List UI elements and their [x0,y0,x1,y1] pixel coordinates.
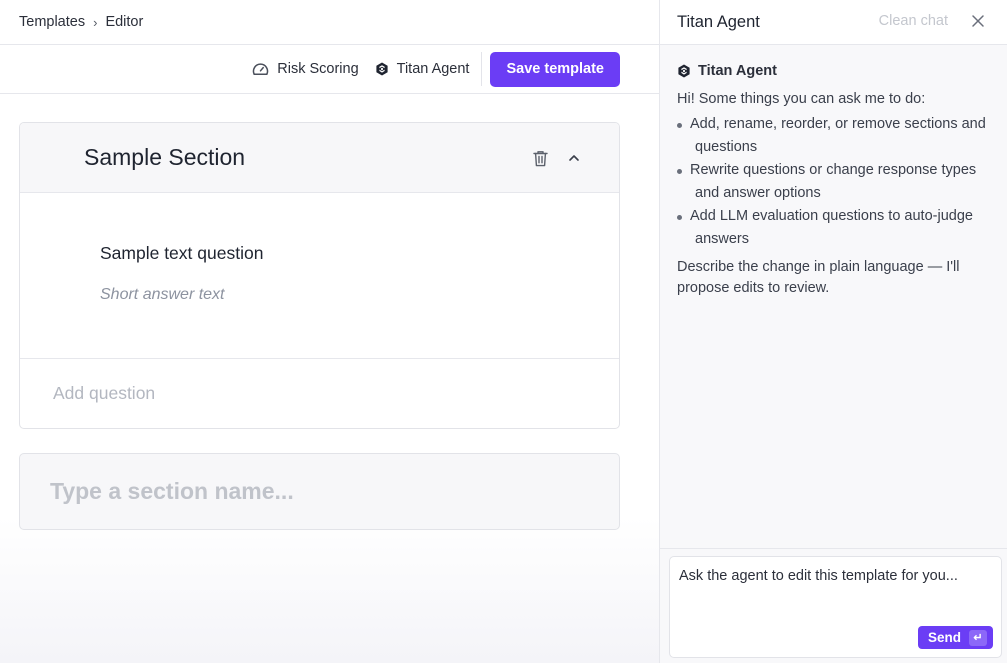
section-name-input[interactable] [50,478,590,505]
section-card: Sample Section Sample text question Shor… [19,122,620,429]
composer: Send ↵ [669,556,1002,658]
agent-suggestion-list: Add, rename, reorder, or remove sections… [677,113,991,251]
chevron-up-icon[interactable] [565,149,583,167]
agent-panel-title: Titan Agent [677,12,760,31]
gauge-icon [252,62,269,76]
list-item: Add LLM evaluation questions to auto-jud… [677,205,991,251]
short-answer-placeholder: Short answer text [100,286,225,303]
toolbar-divider [481,52,483,86]
question-item[interactable]: Sample text question Short answer text [20,193,619,359]
enter-key-icon: ↵ [969,629,987,646]
editor-toolbar: Risk Scoring Titan Agent Save template [0,45,660,94]
list-item-text: answers [695,231,749,247]
send-label: Send [927,630,961,645]
agent-message-intro: Hi! Some things you can ask me to do: [677,91,926,107]
titan-agent-label: Titan Agent [396,61,470,77]
list-item: Rewrite questions or change response typ… [677,159,991,205]
question-title[interactable]: Sample text question [100,243,263,264]
agent-panel-header: Titan Agent Clean chat [660,0,1007,45]
breadcrumb-separator: › [93,14,98,30]
agent-author-name: Titan Agent [698,63,777,79]
list-item-text: Add LLM evaluation questions to auto-jud… [690,208,973,224]
trash-icon[interactable] [531,149,549,167]
agent-prompt-input[interactable] [679,568,989,628]
add-question-input[interactable]: Add question [20,359,619,428]
risk-scoring-button[interactable]: Risk Scoring [246,61,364,77]
agent-panel: Titan Agent Clean chat Titan Agent Hi! S… [659,0,1007,663]
save-template-button[interactable]: Save template [490,51,620,87]
risk-scoring-label: Risk Scoring [277,61,359,77]
new-section-card [19,453,620,530]
breadcrumb: Templates › Editor [0,0,660,45]
agent-message-author: Titan Agent [677,63,991,79]
breadcrumb-templates-link[interactable]: Templates [19,14,85,30]
section-title[interactable]: Sample Section [84,144,245,171]
agent-message-outro: Describe the change in plain language — … [677,259,960,296]
composer-area: Send ↵ [660,548,1007,663]
agent-logo-icon [375,62,389,76]
section-actions [531,123,583,193]
close-icon[interactable] [970,13,986,29]
breadcrumb-current: Editor [105,14,144,30]
agent-logo-icon [677,64,691,78]
list-item: Add, rename, reorder, or remove sections… [677,113,991,159]
list-item-text: Rewrite questions or change response typ… [690,162,977,178]
editor-main: Templates › Editor Risk Scoring Titan Ag… [0,0,660,663]
list-item-text: and answer options [695,185,821,201]
list-item-text: questions [695,139,758,155]
list-item-text: Add, rename, reorder, or remove sections… [690,116,986,132]
send-button[interactable]: Send ↵ [917,626,993,649]
section-header: Sample Section [20,123,619,193]
chat-messages: Titan Agent Hi! Some things you can ask … [660,45,1007,299]
clean-chat-button[interactable]: Clean chat [879,13,948,29]
titan-agent-button[interactable]: Titan Agent [369,61,476,77]
